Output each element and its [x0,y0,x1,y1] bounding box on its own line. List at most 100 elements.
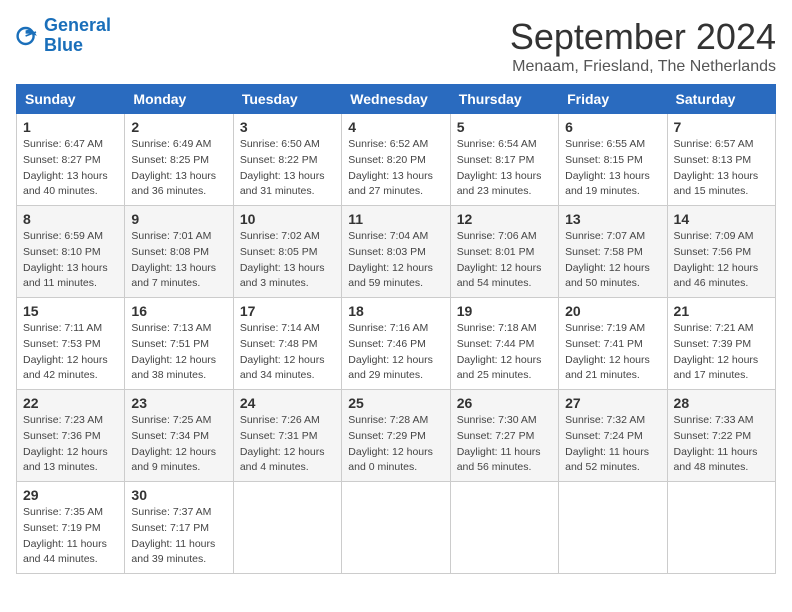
week-row-1: 1 Sunrise: 6:47 AM Sunset: 8:27 PM Daylig… [17,114,776,206]
day-info: Sunrise: 7:37 AM Sunset: 7:17 PM Dayligh… [131,505,226,568]
calendar-cell: 23Sunrise: 7:25 AM Sunset: 7:34 PM Dayli… [125,390,233,482]
calendar-cell: 12 Sunrise: 7:06 AM Sunset: 8:01 PM Dayli… [450,206,558,298]
calendar-cell: 26 Sunrise: 7:30 AM Sunset: 7:27 PM Dayli… [450,390,558,482]
day-number: 6 [565,119,660,135]
calendar-cell: 25 Sunrise: 7:28 AM Sunset: 7:29 PM Dayli… [342,390,450,482]
day-number: 26 [457,395,552,411]
day-number: 8 [23,211,118,227]
day-info: Sunrise: 7:06 AM Sunset: 8:01 PM Dayligh… [457,229,552,292]
day-number: 28 [674,395,769,411]
day-info: Sunrise: 6:59 AM Sunset: 8:10 PM Dayligh… [23,229,118,292]
day-info: Sunrise: 7:28 AM Sunset: 7:29 PM Dayligh… [348,413,443,476]
day-number: 9 [131,211,226,227]
day-info: Sunrise: 6:55 AM Sunset: 8:15 PM Dayligh… [565,137,660,200]
week-row-3: 15Sunrise: 7:11 AM Sunset: 7:53 PM Dayli… [17,298,776,390]
calendar-table: SundayMondayTuesdayWednesdayThursdayFrid… [16,84,776,574]
day-number: 23 [131,395,226,411]
calendar-cell: 17Sunrise: 7:14 AM Sunset: 7:48 PM Dayli… [233,298,341,390]
day-number: 16 [131,303,226,319]
day-number: 25 [348,395,443,411]
calendar-cell: 22Sunrise: 7:23 AM Sunset: 7:36 PM Dayli… [17,390,125,482]
day-number: 19 [457,303,552,319]
calendar-cell: 28 Sunrise: 7:33 AM Sunset: 7:22 PM Dayli… [667,390,775,482]
day-info: Sunrise: 6:50 AM Sunset: 8:22 PM Dayligh… [240,137,335,200]
calendar-cell [450,482,558,574]
day-number: 14 [674,211,769,227]
day-info: Sunrise: 7:30 AM Sunset: 7:27 PM Dayligh… [457,413,552,476]
day-info: Sunrise: 7:16 AM Sunset: 7:46 PM Dayligh… [348,321,443,384]
calendar-cell: 10Sunrise: 7:02 AM Sunset: 8:05 PM Dayli… [233,206,341,298]
calendar-cell: 4 Sunrise: 6:52 AM Sunset: 8:20 PM Daylig… [342,114,450,206]
day-number: 2 [131,119,226,135]
logo: General Blue [16,16,111,56]
calendar-cell: 1 Sunrise: 6:47 AM Sunset: 8:27 PM Daylig… [17,114,125,206]
day-number: 20 [565,303,660,319]
day-info: Sunrise: 7:09 AM Sunset: 7:56 PM Dayligh… [674,229,769,292]
calendar-cell: 2 Sunrise: 6:49 AM Sunset: 8:25 PM Daylig… [125,114,233,206]
week-row-2: 8 Sunrise: 6:59 AM Sunset: 8:10 PM Daylig… [17,206,776,298]
day-info: Sunrise: 7:04 AM Sunset: 8:03 PM Dayligh… [348,229,443,292]
calendar-cell: 3 Sunrise: 6:50 AM Sunset: 8:22 PM Daylig… [233,114,341,206]
calendar-cell: 14 Sunrise: 7:09 AM Sunset: 7:56 PM Dayli… [667,206,775,298]
day-number: 13 [565,211,660,227]
column-header-thursday: Thursday [450,85,558,114]
day-info: Sunrise: 7:07 AM Sunset: 7:58 PM Dayligh… [565,229,660,292]
day-info: Sunrise: 6:57 AM Sunset: 8:13 PM Dayligh… [674,137,769,200]
day-info: Sunrise: 7:18 AM Sunset: 7:44 PM Dayligh… [457,321,552,384]
day-info: Sunrise: 7:19 AM Sunset: 7:41 PM Dayligh… [565,321,660,384]
day-info: Sunrise: 6:47 AM Sunset: 8:27 PM Dayligh… [23,137,118,200]
day-number: 17 [240,303,335,319]
week-row-5: 29Sunrise: 7:35 AM Sunset: 7:19 PM Dayli… [17,482,776,574]
calendar-header-row: SundayMondayTuesdayWednesdayThursdayFrid… [17,85,776,114]
day-info: Sunrise: 7:23 AM Sunset: 7:36 PM Dayligh… [23,413,118,476]
day-info: Sunrise: 7:33 AM Sunset: 7:22 PM Dayligh… [674,413,769,476]
day-number: 1 [23,119,118,135]
calendar-cell: 8 Sunrise: 6:59 AM Sunset: 8:10 PM Daylig… [17,206,125,298]
day-number: 18 [348,303,443,319]
column-header-tuesday: Tuesday [233,85,341,114]
calendar-cell [342,482,450,574]
week-row-4: 22Sunrise: 7:23 AM Sunset: 7:36 PM Dayli… [17,390,776,482]
day-number: 27 [565,395,660,411]
column-header-friday: Friday [559,85,667,114]
day-info: Sunrise: 6:52 AM Sunset: 8:20 PM Dayligh… [348,137,443,200]
title-area: September 2024 Menaam, Friesland, The Ne… [510,16,776,76]
day-number: 12 [457,211,552,227]
calendar-cell: 20 Sunrise: 7:19 AM Sunset: 7:41 PM Dayli… [559,298,667,390]
column-header-monday: Monday [125,85,233,114]
logo-icon [16,24,40,48]
day-number: 3 [240,119,335,135]
day-info: Sunrise: 6:49 AM Sunset: 8:25 PM Dayligh… [131,137,226,200]
column-header-saturday: Saturday [667,85,775,114]
calendar-cell: 24Sunrise: 7:26 AM Sunset: 7:31 PM Dayli… [233,390,341,482]
day-info: Sunrise: 7:21 AM Sunset: 7:39 PM Dayligh… [674,321,769,384]
calendar-cell: 18 Sunrise: 7:16 AM Sunset: 7:46 PM Dayli… [342,298,450,390]
calendar-cell: 29Sunrise: 7:35 AM Sunset: 7:19 PM Dayli… [17,482,125,574]
day-number: 11 [348,211,443,227]
day-number: 21 [674,303,769,319]
day-info: Sunrise: 7:11 AM Sunset: 7:53 PM Dayligh… [23,321,118,384]
calendar-cell: 9 Sunrise: 7:01 AM Sunset: 8:08 PM Daylig… [125,206,233,298]
calendar-cell: 6 Sunrise: 6:55 AM Sunset: 8:15 PM Daylig… [559,114,667,206]
calendar-cell: 11 Sunrise: 7:04 AM Sunset: 8:03 PM Dayli… [342,206,450,298]
column-header-sunday: Sunday [17,85,125,114]
day-info: Sunrise: 6:54 AM Sunset: 8:17 PM Dayligh… [457,137,552,200]
column-header-wednesday: Wednesday [342,85,450,114]
day-info: Sunrise: 7:26 AM Sunset: 7:31 PM Dayligh… [240,413,335,476]
calendar-cell: 13 Sunrise: 7:07 AM Sunset: 7:58 PM Dayli… [559,206,667,298]
day-number: 5 [457,119,552,135]
calendar-cell: 15Sunrise: 7:11 AM Sunset: 7:53 PM Dayli… [17,298,125,390]
calendar-cell: 19 Sunrise: 7:18 AM Sunset: 7:44 PM Dayli… [450,298,558,390]
calendar-cell: 16 Sunrise: 7:13 AM Sunset: 7:51 PM Dayli… [125,298,233,390]
day-info: Sunrise: 7:02 AM Sunset: 8:05 PM Dayligh… [240,229,335,292]
day-number: 4 [348,119,443,135]
day-info: Sunrise: 7:13 AM Sunset: 7:51 PM Dayligh… [131,321,226,384]
day-info: Sunrise: 7:35 AM Sunset: 7:19 PM Dayligh… [23,505,118,568]
location-subtitle: Menaam, Friesland, The Netherlands [510,58,776,76]
calendar-cell [667,482,775,574]
calendar-cell: 7 Sunrise: 6:57 AM Sunset: 8:13 PM Daylig… [667,114,775,206]
calendar-cell: 30Sunrise: 7:37 AM Sunset: 7:17 PM Dayli… [125,482,233,574]
day-number: 7 [674,119,769,135]
logo-text: General Blue [44,16,111,56]
day-info: Sunrise: 7:01 AM Sunset: 8:08 PM Dayligh… [131,229,226,292]
